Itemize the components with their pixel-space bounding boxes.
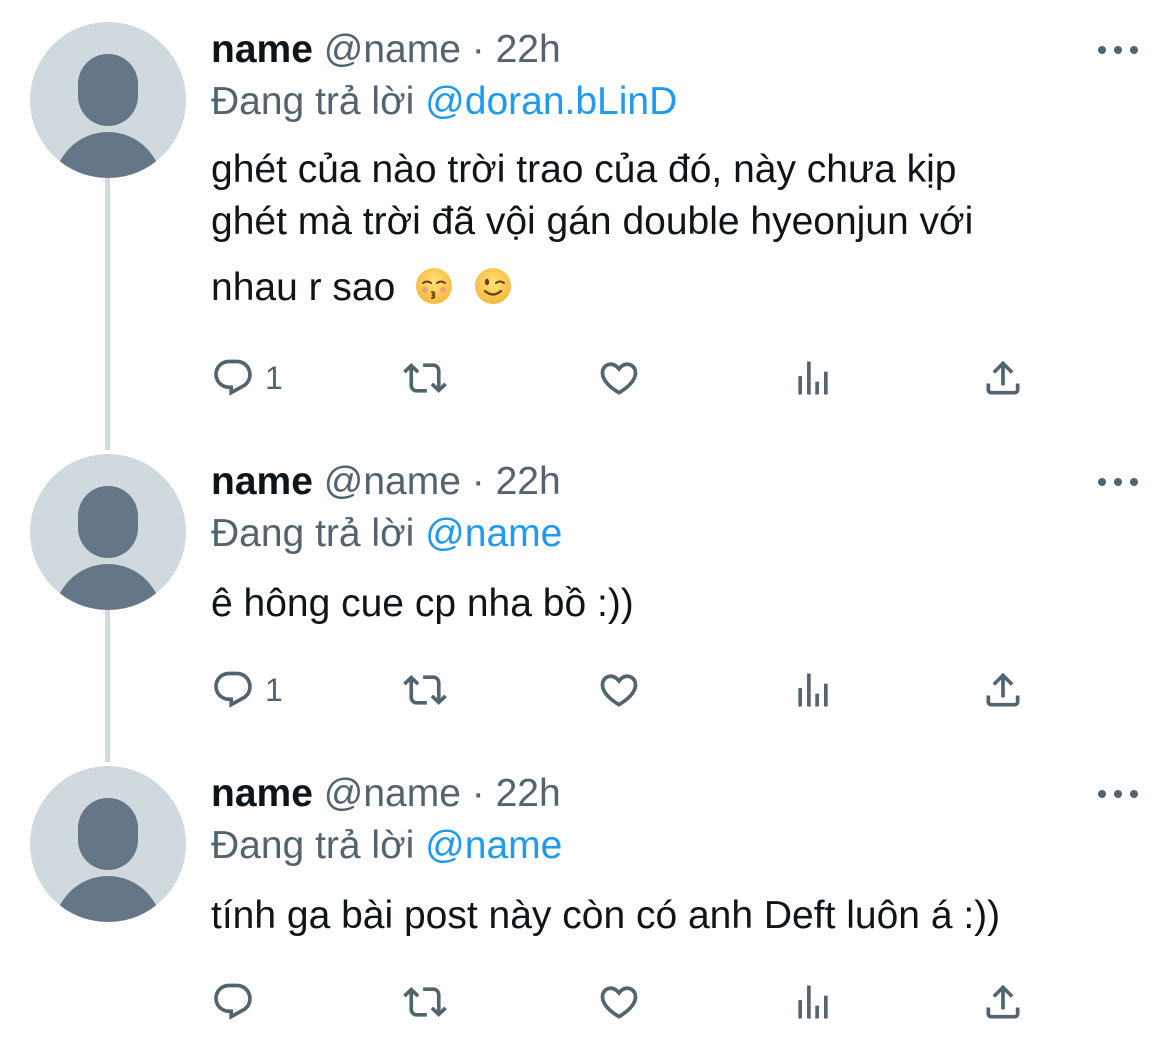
tweet-text-line: ê hông cue cp nha bồ :)) [211, 582, 634, 625]
retweet-icon [403, 363, 447, 393]
display-name[interactable]: name [211, 460, 313, 503]
like-button[interactable] [597, 666, 641, 714]
share-button[interactable] [981, 978, 1025, 1026]
replying-to: Đang trả lời @name [211, 820, 562, 872]
tweet-text-line: ghét mà trời đã vội gán double hyeonjun … [211, 200, 974, 243]
mention-link[interactable]: @name [425, 512, 562, 555]
heart-icon [600, 674, 638, 707]
mention-link[interactable]: @name [425, 824, 562, 867]
retweet-icon [403, 675, 447, 705]
timestamp[interactable]: 22h [496, 460, 561, 503]
tweet-text-line: ghét của nào trời trao của đó, này chưa … [211, 148, 957, 191]
retweet-button[interactable] [403, 354, 447, 402]
heart-icon [600, 362, 638, 395]
tweet-header: name @name · 22h [211, 768, 561, 820]
share-button[interactable] [981, 354, 1025, 402]
avatar[interactable] [30, 766, 186, 922]
tweet[interactable]: name @name · 22h Đang trả lời @name ê hô… [0, 454, 1170, 734]
action-bar [211, 978, 1061, 1026]
avatar-head-shape [78, 486, 138, 558]
retweet-icon [403, 987, 447, 1017]
handle[interactable]: @name [324, 28, 461, 71]
share-icon [986, 360, 1020, 395]
reply-count: 1 [265, 671, 283, 708]
replying-to-label: Đang trả lời [211, 512, 415, 555]
tweet-text: tính ga bài post này còn có anh Deft luô… [211, 890, 1111, 942]
avatar-body-shape [54, 876, 162, 922]
tweet-text: ê hông cue cp nha bồ :)) [211, 578, 1111, 630]
heart-icon [600, 986, 638, 1019]
avatar-head-shape [78, 54, 138, 126]
replying-to: Đang trả lời @name [211, 508, 562, 560]
views-button[interactable] [791, 666, 835, 714]
display-name[interactable]: name [211, 772, 313, 815]
handle[interactable]: @name [324, 772, 461, 815]
reply-button[interactable]: 1 [211, 666, 283, 714]
reply-icon [214, 671, 252, 708]
tweet[interactable]: name @name · 22h Đang trả lời @name tính… [0, 766, 1170, 1046]
tweet[interactable]: name @name · 22h Đang trả lời @doran.bLi… [0, 22, 1170, 432]
tweet-header: name @name · 22h [211, 456, 561, 508]
analytics-icon [798, 985, 828, 1019]
retweet-button[interactable] [403, 666, 447, 714]
action-bar: 1 [211, 354, 1061, 402]
avatar-body-shape [54, 564, 162, 610]
kissing-closed-eyes-emoji [416, 268, 453, 304]
tweet-text-line: nhau r sao [211, 266, 396, 309]
avatar[interactable] [30, 454, 186, 610]
share-button[interactable] [981, 666, 1025, 714]
timestamp[interactable]: 22h [496, 772, 561, 815]
reply-button[interactable] [211, 978, 265, 1026]
replying-to-label: Đang trả lời [211, 824, 415, 867]
tweet-header: name @name · 22h [211, 24, 561, 76]
analytics-icon [798, 673, 828, 707]
tweet-text-last-line: nhau r sao [211, 262, 1111, 314]
share-icon [986, 672, 1020, 707]
avatar-head-shape [78, 798, 138, 870]
timestamp[interactable]: 22h [496, 28, 561, 71]
avatar[interactable] [30, 22, 186, 178]
more-icon[interactable] [1098, 786, 1138, 802]
tweet-text-line: tính ga bài post này còn có anh Deft luô… [211, 894, 1001, 937]
analytics-icon [798, 361, 828, 395]
separator-dot: · [471, 772, 485, 815]
mention-link[interactable]: @doran.bLinD [425, 80, 677, 123]
views-button[interactable] [791, 354, 835, 402]
action-bar: 1 [211, 666, 1061, 714]
views-button[interactable] [791, 978, 835, 1026]
more-icon[interactable] [1098, 42, 1138, 58]
avatar-body-shape [54, 132, 162, 178]
like-button[interactable] [597, 978, 641, 1026]
separator-dot: · [471, 28, 485, 71]
replying-to-label: Đang trả lời [211, 80, 415, 123]
like-button[interactable] [597, 354, 641, 402]
handle[interactable]: @name [324, 460, 461, 503]
retweet-button[interactable] [403, 978, 447, 1026]
reply-count: 1 [265, 359, 283, 396]
tweet-text: ghét của nào trời trao của đó, này chưa … [211, 144, 1111, 314]
reply-icon [214, 983, 252, 1020]
share-icon [986, 984, 1020, 1019]
reply-icon [214, 359, 252, 396]
replying-to: Đang trả lời @doran.bLinD [211, 76, 677, 128]
display-name[interactable]: name [211, 28, 313, 71]
more-icon[interactable] [1098, 474, 1138, 490]
reply-button[interactable]: 1 [211, 354, 283, 402]
winking-face-emoji [475, 268, 511, 304]
separator-dot: · [471, 460, 485, 503]
